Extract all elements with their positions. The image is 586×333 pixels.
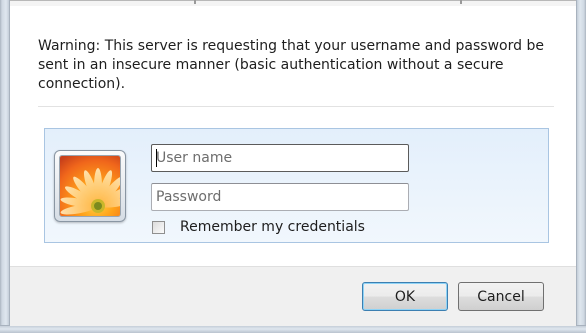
title-bar-mark — [460, 0, 462, 4]
remember-checkbox[interactable] — [152, 220, 165, 234]
ok-button[interactable]: OK — [362, 282, 448, 311]
text-caret — [156, 149, 157, 167]
window-frame-right — [576, 0, 586, 333]
cancel-button[interactable]: Cancel — [458, 282, 544, 311]
remember-label: Remember my credentials — [180, 219, 365, 235]
security-warning-text: Warning: This server is requesting that … — [38, 38, 544, 92]
username-input[interactable] — [151, 144, 409, 172]
title-bar-line — [10, 0, 576, 1]
user-tile — [54, 150, 126, 222]
window-frame-bottom — [0, 325, 586, 333]
flower-icon — [59, 155, 121, 217]
separator — [38, 106, 554, 107]
password-input[interactable] — [151, 183, 409, 211]
remember-credentials[interactable]: Remember my credentials — [152, 217, 365, 237]
title-bar-mark — [194, 0, 196, 4]
window-frame-left — [0, 0, 10, 333]
